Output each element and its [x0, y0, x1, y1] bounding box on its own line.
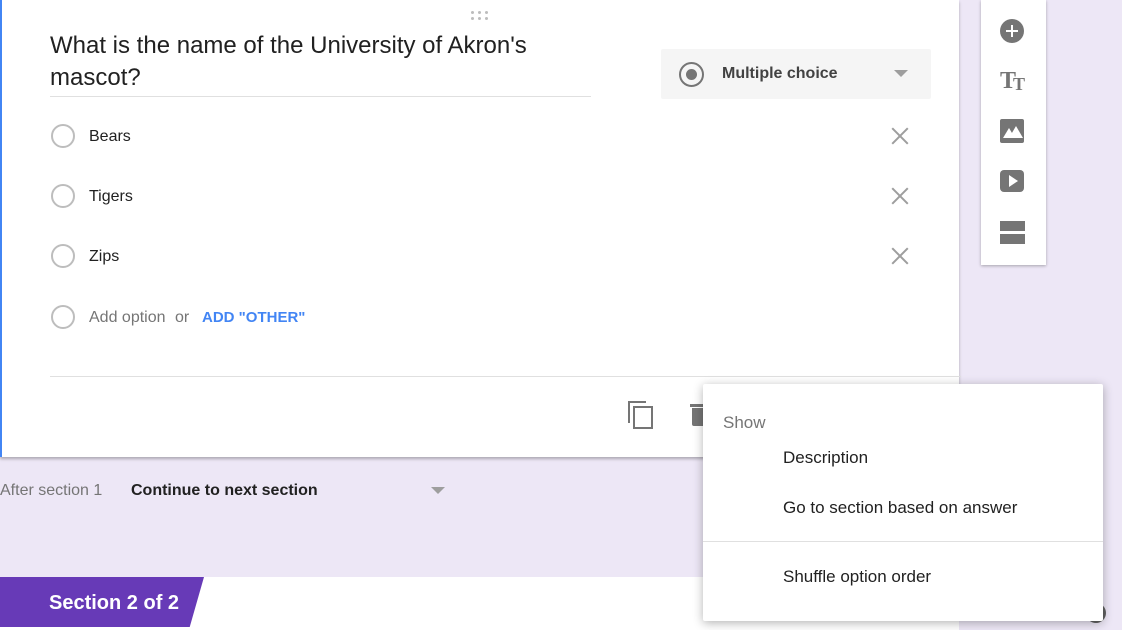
- radio-button-checked-icon: [679, 62, 704, 87]
- dropdown-arrow-icon[interactable]: [431, 487, 445, 494]
- after-section-dropdown[interactable]: Continue to next section: [131, 482, 318, 500]
- remove-option-close-icon[interactable]: [889, 185, 911, 207]
- question-type-dropdown[interactable]: Multiple choice: [661, 49, 931, 99]
- add-option-input[interactable]: Add option: [89, 309, 166, 327]
- video-icon[interactable]: [1000, 169, 1026, 195]
- or-text: or: [175, 309, 190, 326]
- radio-circle-icon: [51, 124, 75, 148]
- add-other-button[interactable]: ADD "OTHER": [202, 309, 305, 326]
- dropdown-arrow-icon: [894, 70, 908, 77]
- menu-item-shuffle[interactable]: Shuffle option order: [783, 567, 931, 587]
- radio-circle-icon: [51, 305, 75, 329]
- question-title-input[interactable]: What is the name of the University of Ak…: [50, 30, 591, 97]
- option-label-input[interactable]: Tigers: [89, 188, 133, 206]
- option-row: Bears: [50, 121, 920, 151]
- section-tab: Section 2 of 2: [0, 577, 204, 627]
- remove-option-close-icon[interactable]: [889, 125, 911, 147]
- after-section-label: After section 1: [0, 482, 103, 499]
- section-icon[interactable]: [1000, 220, 1026, 246]
- radio-circle-icon: [51, 184, 75, 208]
- side-toolbar: TT: [981, 0, 1046, 265]
- menu-item-description[interactable]: Description: [783, 448, 868, 468]
- menu-divider: [703, 541, 1103, 542]
- drag-handle-icon[interactable]: [469, 9, 491, 21]
- section-tab-label: Section 2 of 2: [49, 592, 180, 614]
- menu-item-go-to-section[interactable]: Go to section based on answer: [783, 498, 1017, 518]
- option-row: Zips: [50, 241, 920, 271]
- radio-circle-icon: [51, 244, 75, 268]
- after-section-row: After section 1 Continue to next section: [0, 482, 460, 502]
- question-type-label: Multiple choice: [722, 65, 838, 82]
- remove-option-close-icon[interactable]: [889, 245, 911, 267]
- option-label-input[interactable]: Zips: [89, 248, 119, 266]
- option-row: Tigers: [50, 181, 920, 211]
- option-label-input[interactable]: Bears: [89, 128, 131, 146]
- image-icon[interactable]: [1000, 119, 1026, 145]
- menu-header: Show: [723, 413, 766, 432]
- footer-divider: [50, 376, 961, 377]
- duplicate-copy-icon[interactable]: [628, 401, 654, 429]
- more-options-menu: Show Description Go to section based on …: [703, 384, 1103, 621]
- title-icon[interactable]: TT: [1000, 69, 1026, 95]
- add-circle-icon[interactable]: [1000, 19, 1026, 45]
